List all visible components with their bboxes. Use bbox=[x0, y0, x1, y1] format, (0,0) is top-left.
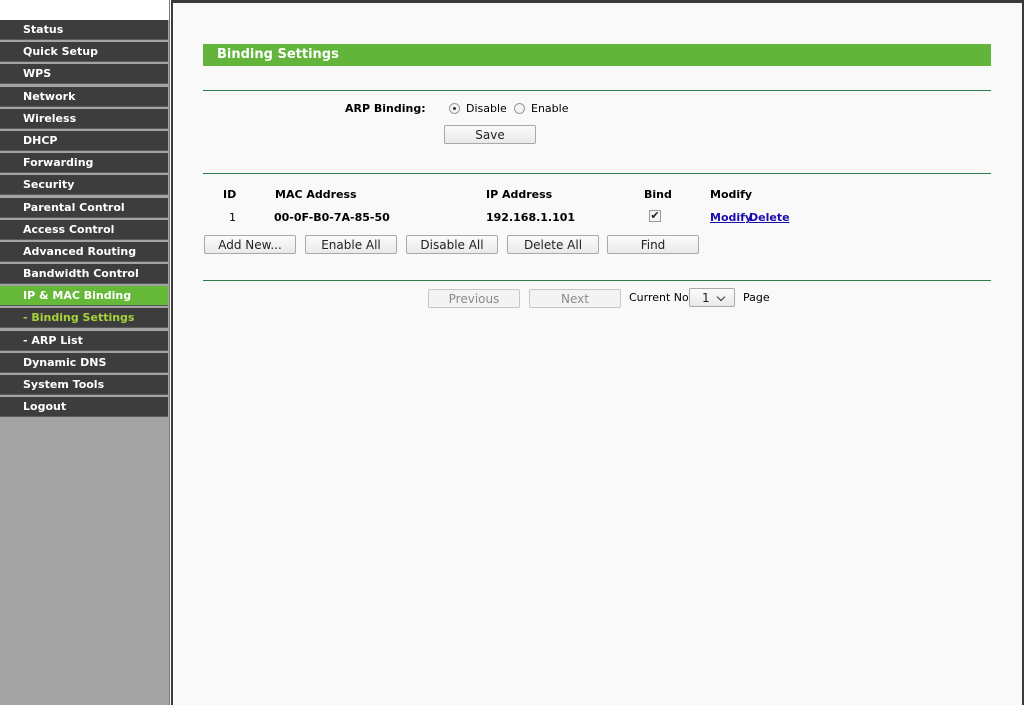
router-admin-window: Status Quick Setup WPS Network Wireless … bbox=[0, 0, 1024, 705]
menu-item-wireless[interactable]: Wireless bbox=[0, 108, 168, 129]
sidebar-menu: Status Quick Setup WPS Network Wireless … bbox=[0, 20, 168, 419]
save-button[interactable]: Save bbox=[444, 125, 536, 144]
divider-bottom bbox=[203, 280, 991, 281]
menu-item-status[interactable]: Status bbox=[0, 20, 168, 40]
menu-item-forwarding[interactable]: Forwarding bbox=[0, 153, 168, 174]
disable-all-button[interactable]: Disable All bbox=[406, 235, 498, 254]
menu-item-ip-mac-binding[interactable]: IP & MAC Binding bbox=[0, 286, 168, 307]
menu-item-access-control[interactable]: Access Control bbox=[0, 219, 168, 240]
row-1-delete-link[interactable]: Delete bbox=[749, 211, 790, 224]
menu-item-network[interactable]: Network bbox=[0, 86, 168, 107]
enable-all-button[interactable]: Enable All bbox=[305, 235, 397, 254]
main-content: Binding Settings ARP Binding: Disable En… bbox=[174, 3, 1022, 705]
menu-item-dhcp[interactable]: DHCP bbox=[0, 130, 168, 151]
col-header-modify: Modify bbox=[710, 188, 753, 201]
menu-item-quick-setup[interactable]: Quick Setup bbox=[0, 42, 168, 63]
arp-binding-label: ARP Binding: bbox=[345, 102, 426, 115]
previous-button[interactable]: Previous bbox=[428, 289, 520, 308]
menu-item-wps[interactable]: WPS bbox=[0, 64, 168, 85]
next-button[interactable]: Next bbox=[529, 289, 621, 308]
menu-item-bandwidth-control[interactable]: Bandwidth Control bbox=[0, 264, 168, 285]
menu-subitem-binding-settings[interactable]: - Binding Settings bbox=[0, 308, 168, 329]
chevron-down-icon bbox=[716, 292, 726, 302]
page-label: Page bbox=[743, 291, 770, 304]
row-1-mac: 00-0F-B0-7A-85-50 bbox=[274, 211, 390, 224]
col-header-mac: MAC Address bbox=[275, 188, 357, 201]
col-header-bind: Bind bbox=[644, 188, 672, 201]
current-page-value: 1 bbox=[702, 291, 710, 305]
menu-item-logout[interactable]: Logout bbox=[0, 397, 168, 418]
arp-enable-label: Enable bbox=[531, 102, 569, 115]
current-page-select[interactable]: 1 bbox=[689, 288, 735, 307]
sidebar: Status Quick Setup WPS Network Wireless … bbox=[0, 0, 170, 705]
row-1-id: 1 bbox=[229, 211, 236, 224]
menu-item-parental-control[interactable]: Parental Control bbox=[0, 197, 168, 218]
row-1-ip: 192.168.1.101 bbox=[486, 211, 576, 224]
row-1-bind-checkbox[interactable]: ✔ bbox=[649, 210, 661, 222]
add-new-button[interactable]: Add New... bbox=[204, 235, 296, 254]
delete-all-button[interactable]: Delete All bbox=[507, 235, 599, 254]
page-title: Binding Settings bbox=[203, 44, 991, 66]
divider-middle bbox=[203, 173, 991, 174]
divider-top bbox=[203, 90, 991, 91]
menu-item-security[interactable]: Security bbox=[0, 175, 168, 196]
frame-divider bbox=[171, 0, 173, 705]
current-no-label: Current No. bbox=[629, 291, 693, 304]
menu-item-advanced-routing[interactable]: Advanced Routing bbox=[0, 241, 168, 262]
arp-disable-label: Disable bbox=[466, 102, 507, 115]
arp-enable-option[interactable]: Enable bbox=[514, 102, 568, 115]
arp-disable-radio[interactable] bbox=[449, 103, 460, 114]
find-button[interactable]: Find bbox=[607, 235, 699, 254]
col-header-ip: IP Address bbox=[486, 188, 553, 201]
col-header-id: ID bbox=[223, 188, 237, 201]
arp-enable-radio[interactable] bbox=[514, 103, 525, 114]
row-1-modify-link[interactable]: Modify bbox=[710, 211, 752, 224]
menu-item-dynamic-dns[interactable]: Dynamic DNS bbox=[0, 352, 168, 373]
menu-subitem-arp-list[interactable]: - ARP List bbox=[0, 330, 168, 351]
menu-item-system-tools[interactable]: System Tools bbox=[0, 375, 168, 395]
sidebar-top-strip bbox=[0, 0, 169, 20]
arp-disable-option[interactable]: Disable bbox=[449, 102, 507, 115]
